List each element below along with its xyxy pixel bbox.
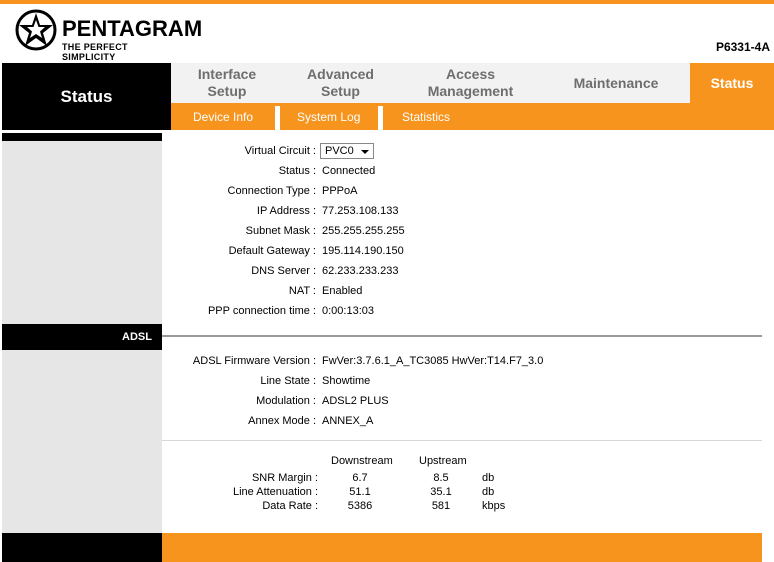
modulation-value: ADSL2 PLUS	[322, 395, 389, 407]
snr-margin-label: SNR Margin :	[251, 472, 318, 484]
subnav-device-info[interactable]: Device Info	[193, 103, 253, 130]
nav-advanced-setup[interactable]: Advanced Setup	[283, 63, 398, 103]
brand-tagline: THE PERFECT SIMPLICITY	[62, 42, 128, 62]
subnet-mask-value: 255.255.255.255	[322, 225, 405, 237]
line-state-label: Line State :	[260, 375, 316, 387]
nav-label: Maintenance	[573, 74, 659, 91]
side-header-bar	[2, 133, 162, 141]
modulation-label: Modulation :	[256, 395, 316, 407]
stats-divider	[162, 440, 762, 441]
nav-maintenance[interactable]: Maintenance	[543, 63, 689, 103]
ip-address-value: 77.253.108.133	[322, 205, 399, 217]
ppp-time-value: 0:00:13:03	[322, 305, 374, 317]
downstream-header: Downstream	[331, 455, 393, 467]
main-nav: Interface Setup Advanced Setup Access Manag…	[171, 63, 774, 103]
pentagram-logo-icon	[15, 9, 57, 51]
connection-type-label: Connection Type :	[227, 185, 316, 197]
footer-bar	[162, 533, 762, 562]
firmware-version-label: ADSL Firmware Version :	[192, 355, 316, 367]
upstream-header: Upstream	[419, 455, 467, 467]
footer-side-bar	[2, 533, 162, 562]
nav-label: Setup	[207, 83, 247, 99]
nav-label: Access	[445, 66, 496, 82]
subnav-separator	[275, 106, 280, 130]
snr-margin-unit: db	[482, 472, 495, 484]
dns-server-value: 62.233.233.233	[322, 265, 399, 277]
nat-value: Enabled	[322, 285, 363, 297]
adsl-divider	[162, 335, 762, 337]
virtual-circuit-value: PVC0	[325, 145, 354, 157]
brand-name: PENTAGRAM	[62, 16, 203, 41]
line-attenuation-down: 51.1	[349, 486, 371, 498]
top-accent-line	[0, 0, 774, 4]
data-rate-unit: kbps	[482, 500, 506, 512]
sub-nav: Device Info System Log Statistics	[171, 103, 774, 130]
default-gateway-value: 195.114.190.150	[322, 245, 404, 257]
snr-margin-down: 6.7	[352, 472, 368, 484]
nav-label: Management	[427, 83, 514, 99]
subnav-separator	[378, 106, 383, 130]
line-attenuation-unit: db	[482, 486, 495, 498]
logo: PENTAGRAM THE PERFECT SIMPLICITY	[14, 6, 202, 62]
ip-address-label: IP Address :	[256, 205, 316, 217]
nav-interface-setup[interactable]: Interface Setup	[171, 63, 283, 103]
nav-label: Interface	[197, 66, 257, 82]
model-number: P6331-4A	[715, 40, 770, 54]
data-rate-label: Data Rate :	[262, 500, 318, 512]
dns-server-label: DNS Server :	[251, 265, 316, 277]
side-section-title: Status	[2, 63, 171, 130]
firmware-version-value: FwVer:3.7.6.1_A_TC3085 HwVer:T14.F7_3.0	[322, 355, 544, 367]
connection-type-value: PPPoA	[322, 185, 358, 197]
subnav-system-log[interactable]: System Log	[297, 103, 360, 130]
nav-status[interactable]: Status	[690, 63, 774, 103]
chevron-down-icon	[361, 150, 369, 154]
nat-label: NAT :	[288, 285, 316, 297]
ppp-time-label: PPP connection time :	[207, 305, 316, 317]
data-rate-up: 581	[431, 500, 451, 512]
annex-mode-value: ANNEX_A	[322, 415, 374, 427]
status-value: Connected	[322, 165, 376, 177]
adsl-section-label: ADSL	[2, 324, 162, 350]
nav-access-management[interactable]: Access Management	[398, 63, 543, 103]
virtual-circuit-label: Virtual Circuit :	[244, 145, 316, 157]
nav-label: Status	[710, 74, 754, 91]
line-attenuation-up: 35.1	[430, 486, 452, 498]
line-attenuation-label: Line Attenuation :	[232, 486, 318, 498]
subnet-mask-label: Subnet Mask :	[245, 225, 316, 237]
status-label: Status :	[278, 165, 316, 177]
data-rate-down: 5386	[347, 500, 373, 512]
annex-mode-label: Annex Mode :	[248, 415, 316, 427]
subnav-statistics[interactable]: Statistics	[402, 103, 450, 130]
default-gateway-label: Default Gateway :	[228, 245, 316, 257]
nav-label: Setup	[321, 83, 360, 99]
nav-label: Advanced	[307, 66, 374, 82]
virtual-circuit-select[interactable]: PVC0	[320, 143, 374, 159]
line-state-value: Showtime	[322, 375, 371, 387]
snr-margin-up: 8.5	[433, 472, 449, 484]
